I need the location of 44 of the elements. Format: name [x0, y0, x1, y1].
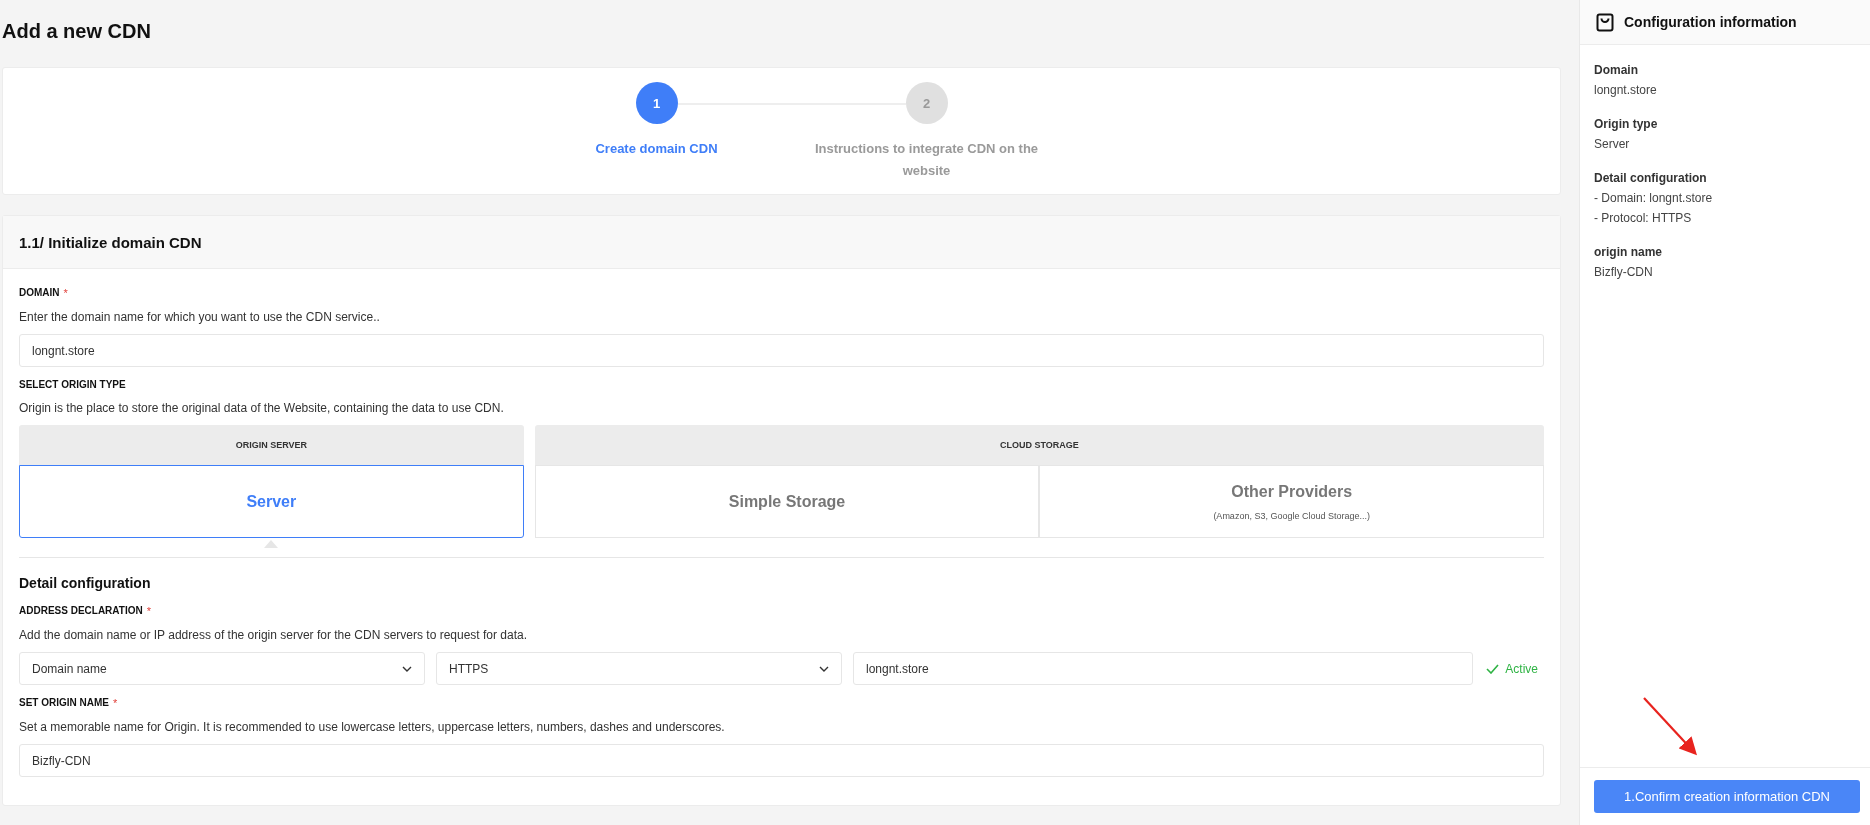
info-label: Detail configuration [1594, 171, 1708, 185]
input-field[interactable]: longnt.store [19, 334, 1544, 367]
form-title: 1.1/ Initialize domain CDN [19, 233, 202, 251]
info-label: Origin type [1594, 117, 1659, 131]
chevron-down-icon [402, 665, 412, 672]
dropdown[interactable]: HTTPS [436, 652, 842, 685]
help-text: Set a memorable name for Origin. It is recommended to use lowercase letters, uppercase letters, numbers, dashes and underscores. [19, 720, 726, 734]
info-value: Server [1594, 137, 1631, 151]
info-value: longnt.store [1594, 83, 1658, 97]
origin-option[interactable]: Other Providers (Amazon, S3, Google Cloud Storage...) [1039, 465, 1544, 538]
pointer-notch [264, 540, 279, 548]
help-text: Add the domain name or IP address of the origin server for the CDN servers to request for data. [19, 628, 529, 642]
group-header: CLOUD STORAGE [534, 425, 1544, 465]
input-field[interactable]: longnt.store [853, 652, 1474, 685]
dropdown[interactable]: Domain name [19, 652, 425, 685]
info-value: - Protocol: HTTPS [1594, 211, 1693, 225]
origin-option[interactable]: Server [19, 465, 524, 538]
required-mark: * [113, 697, 118, 709]
required-mark: * [63, 287, 68, 299]
sidebar-title: Configuration information [1624, 14, 1797, 30]
shopping-bag-icon [1596, 12, 1614, 32]
step-label[interactable]: Create domain CDN [536, 138, 777, 160]
field-label: ADDRESS DECLARATION [19, 605, 143, 617]
chevron-down-icon [819, 665, 829, 672]
page-title: Add a new CDN [2, 20, 152, 43]
input-field[interactable]: Bizfly-CDN [19, 744, 1544, 777]
required-mark: * [146, 605, 151, 617]
help-text: Origin is the place to store the original data of the Website, containing the data to use CDN. [19, 401, 505, 415]
step-number[interactable]: 1 [635, 82, 678, 124]
info-value: - Domain: longnt.store [1594, 191, 1714, 205]
group-header: ORIGIN SERVER [19, 425, 524, 465]
field-label: SELECT ORIGIN TYPE [19, 379, 126, 390]
origin-option[interactable]: Simple Storage [534, 465, 1040, 538]
check-icon [1486, 663, 1500, 674]
info-value: Bizfly-CDN [1594, 265, 1654, 279]
status-text: Active [1505, 661, 1538, 676]
info-label: origin name [1594, 245, 1663, 259]
confirm-button[interactable]: 1.Confirm creation information CDN [1594, 780, 1860, 813]
help-text: Enter the domain name for which you want to use the CDN service.. [19, 310, 381, 324]
field-label: SET ORIGIN NAME [19, 697, 109, 709]
info-label: Domain [1594, 63, 1639, 77]
field-label: DOMAIN [19, 287, 60, 299]
step-label[interactable]: Instructions to integrate CDN on the website [806, 138, 1047, 182]
section-title: Detail configuration [19, 575, 152, 591]
